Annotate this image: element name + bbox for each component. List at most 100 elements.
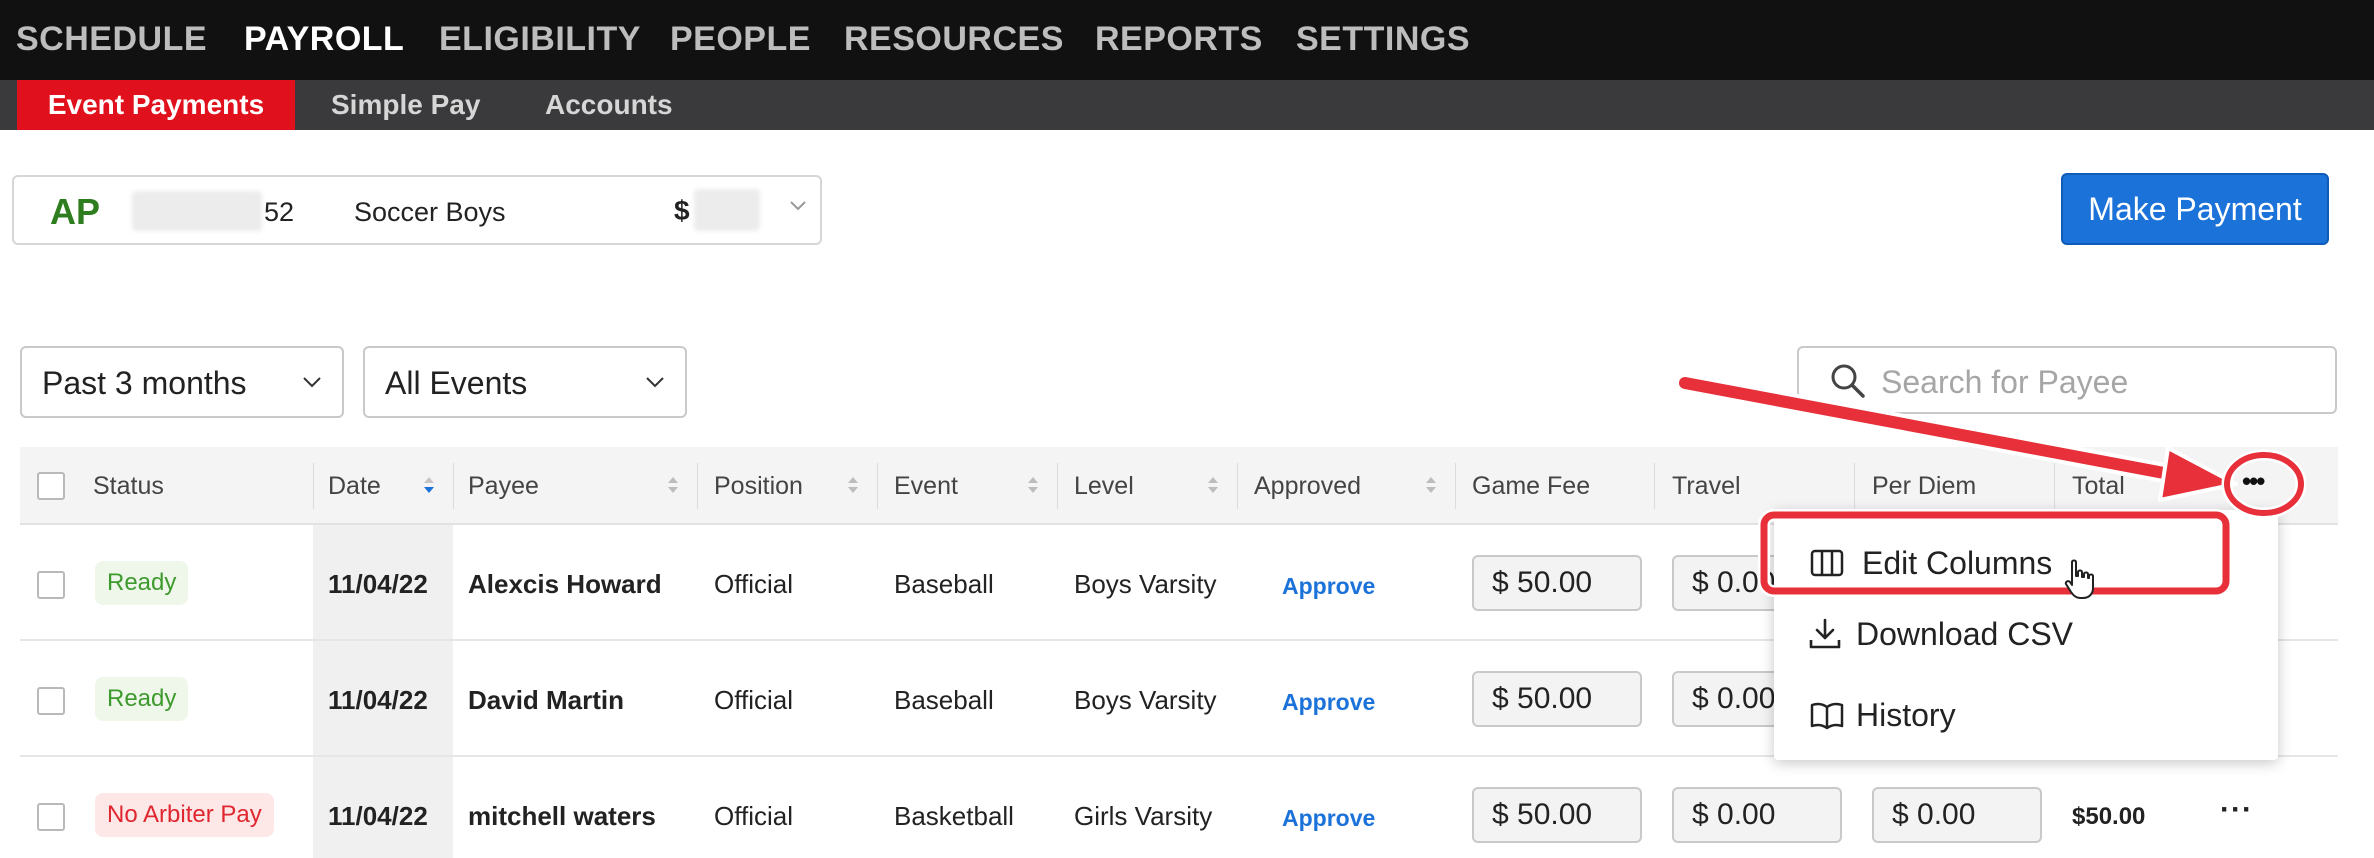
book-icon <box>1810 702 1844 730</box>
row-date: 11/04/22 <box>328 685 428 715</box>
row-payee: mitchell waters <box>468 801 656 831</box>
nav-item-schedule[interactable]: SCHEDULE <box>16 20 207 59</box>
column-header-event[interactable]: Event <box>894 472 958 501</box>
row-date: 11/04/22 <box>328 569 428 599</box>
date-range-value: Past 3 months <box>42 365 247 401</box>
make-payment-button[interactable]: Make Payment <box>2061 173 2329 245</box>
menu-item-label: Edit Columns <box>1862 545 2053 581</box>
row-position: Official <box>714 569 793 599</box>
menu-item-label: Download CSV <box>1856 616 2073 652</box>
row-event: Basketball <box>894 801 1014 831</box>
menu-item-label: History <box>1856 697 1956 733</box>
row-level: Girls Varsity <box>1074 801 1213 831</box>
search-icon <box>1831 364 1865 398</box>
nav-item-payroll[interactable]: PAYROLL <box>244 20 404 59</box>
column-header-payee[interactable]: Payee <box>468 472 539 501</box>
column-divider <box>1854 463 1855 509</box>
sort-icon[interactable] <box>1026 473 1040 497</box>
menu-item-download-csv[interactable]: Download CSV <box>1774 599 2278 669</box>
row-more-button[interactable]: ··· <box>2220 793 2253 827</box>
column-header-date[interactable]: Date <box>328 472 381 501</box>
nav-item-reports[interactable]: REPORTS <box>1095 20 1263 59</box>
game-fee-input[interactable]: $ 50.00 <box>1472 671 1642 727</box>
chevron-down-icon <box>646 377 664 388</box>
account-name: Soccer Boys <box>354 197 506 227</box>
column-header-per-diem: Per Diem <box>1872 472 1977 500</box>
redacted-account-number <box>132 191 262 231</box>
row-position: Official <box>714 801 793 831</box>
table-row: No Arbiter Pay 11/04/22 mitchell waters … <box>20 757 2338 858</box>
download-icon <box>1809 618 1841 649</box>
column-divider <box>453 463 454 509</box>
column-header-level[interactable]: Level <box>1074 472 1134 501</box>
row-total: $50.00 <box>2072 803 2146 830</box>
column-header-total: Total <box>2072 472 2125 500</box>
row-event: Baseball <box>894 685 994 715</box>
columns-icon <box>1810 549 1844 577</box>
redacted-balance <box>694 189 760 231</box>
more-options-menu: Edit Columns Download CSV History <box>1774 510 2278 760</box>
sub-nav: Event Payments Simple Pay Accounts <box>0 80 2374 130</box>
row-position: Official <box>714 685 793 715</box>
tab-event-payments[interactable]: Event Payments <box>17 80 295 130</box>
column-header-status: Status <box>93 472 164 500</box>
column-divider <box>1057 463 1058 509</box>
sort-icon[interactable] <box>1424 473 1438 497</box>
column-header-approved[interactable]: Approved <box>1254 472 1361 501</box>
tab-accounts[interactable]: Accounts <box>545 80 673 130</box>
row-checkbox[interactable] <box>37 803 65 831</box>
game-fee-input[interactable]: $ 50.00 <box>1472 787 1642 843</box>
approve-link[interactable]: Approve <box>1282 689 1375 716</box>
chevron-down-icon <box>303 377 321 388</box>
date-range-select[interactable]: Past 3 months <box>20 346 344 418</box>
column-divider <box>697 463 698 509</box>
nav-item-settings[interactable]: SETTINGS <box>1296 20 1470 59</box>
sort-icon[interactable] <box>2158 473 2172 497</box>
approve-link[interactable]: Approve <box>1282 805 1375 832</box>
menu-item-edit-columns[interactable]: Edit Columns <box>1774 528 2278 598</box>
row-event: Baseball <box>894 569 994 599</box>
sort-descending-icon[interactable] <box>422 473 436 497</box>
row-date: 11/04/22 <box>328 801 428 831</box>
events-select[interactable]: All Events <box>363 346 687 418</box>
column-divider <box>313 463 314 509</box>
approve-link[interactable]: Approve <box>1282 573 1375 600</box>
status-badge: Ready <box>95 561 189 605</box>
column-divider <box>1654 463 1655 509</box>
row-payee: Alexcis Howard <box>468 569 662 599</box>
payee-search[interactable]: Search for Payee <box>1797 346 2337 414</box>
nav-item-resources[interactable]: RESOURCES <box>844 20 1064 59</box>
game-fee-input[interactable]: $ 50.00 <box>1472 555 1642 611</box>
sort-icon[interactable] <box>846 473 860 497</box>
row-checkbox[interactable] <box>37 687 65 715</box>
column-divider <box>1237 463 1238 509</box>
events-value: All Events <box>385 365 528 401</box>
status-badge: No Arbiter Pay <box>95 793 274 837</box>
top-nav: SCHEDULE PAYROLL ELIGIBILITY PEOPLE RESO… <box>0 0 2374 80</box>
tab-simple-pay[interactable]: Simple Pay <box>331 80 480 130</box>
column-divider <box>877 463 878 509</box>
row-checkbox[interactable] <box>37 571 65 599</box>
account-selector[interactable]: AP 52 Soccer Boys $ <box>12 175 822 245</box>
column-divider <box>2054 463 2055 509</box>
account-number-suffix: 52 <box>264 197 295 227</box>
travel-input[interactable]: $ 0.00 <box>1672 787 1842 843</box>
nav-item-eligibility[interactable]: ELIGIBILITY <box>439 20 641 59</box>
per-diem-input[interactable]: $ 0.00 <box>1872 787 2042 843</box>
column-header-game-fee: Game Fee <box>1472 472 1591 500</box>
column-divider <box>1455 463 1456 509</box>
search-placeholder[interactable]: Search for Payee <box>1881 364 2128 401</box>
sort-icon[interactable] <box>666 473 680 497</box>
menu-item-history[interactable]: History <box>1774 680 2278 750</box>
more-options-button[interactable]: ••• <box>2242 466 2265 497</box>
nav-item-people[interactable]: PEOPLE <box>670 20 811 59</box>
account-balance-currency: $ <box>674 195 690 226</box>
status-badge: Ready <box>95 677 189 721</box>
app-root: SCHEDULE PAYROLL ELIGIBILITY PEOPLE RESO… <box>0 0 2374 858</box>
sort-icon[interactable] <box>1206 473 1220 497</box>
select-all-checkbox[interactable] <box>37 472 65 500</box>
column-header-travel: Travel <box>1672 472 1741 500</box>
column-header-position[interactable]: Position <box>714 472 803 501</box>
row-level: Boys Varsity <box>1074 569 1217 599</box>
account-code: AP <box>50 191 101 232</box>
